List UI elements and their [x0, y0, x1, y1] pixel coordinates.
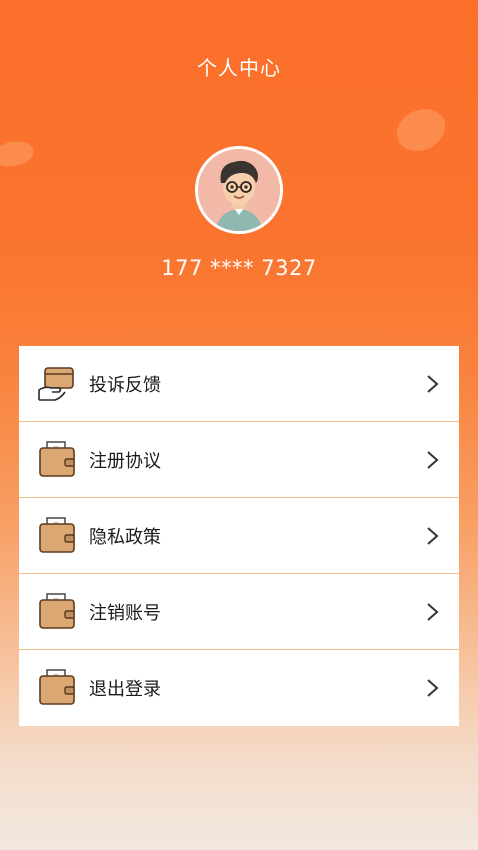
- menu-item-label: 隐私政策: [89, 526, 161, 548]
- menu-item-delete-account[interactable]: ¥ 注销账号: [19, 574, 459, 650]
- menu-item-logout[interactable]: ¥ 退出登录: [19, 650, 459, 726]
- wallet-icon: ¥: [39, 516, 75, 553]
- wallet-icon: ¥: [39, 592, 75, 629]
- wallet-icon: ¥: [39, 440, 75, 477]
- menu-list: 投诉反馈 ¥ 注册协议 ¥ 隐私政策 ¥: [19, 346, 459, 726]
- chevron-right-icon: [427, 603, 439, 621]
- menu-item-label: 注销账号: [89, 602, 161, 624]
- menu-item-registration-agreement[interactable]: ¥ 注册协议: [19, 422, 459, 498]
- chevron-right-icon: [427, 451, 439, 469]
- chevron-right-icon: [427, 679, 439, 697]
- menu-item-label: 投诉反馈: [89, 374, 161, 396]
- menu-item-label: 退出登录: [89, 679, 161, 700]
- chevron-right-icon: [427, 527, 439, 545]
- menu-item-label: 注册协议: [89, 450, 161, 472]
- avatar[interactable]: [195, 146, 283, 234]
- hand-card-icon: [38, 366, 74, 401]
- decor-blob: [389, 101, 453, 159]
- page-title: 个人中心: [197, 56, 281, 80]
- wallet-icon: ¥: [39, 669, 75, 705]
- menu-item-feedback[interactable]: 投诉反馈: [19, 346, 459, 422]
- avatar-image: [198, 149, 280, 231]
- phone-number: 177 **** 7327: [161, 256, 317, 280]
- chevron-right-icon: [427, 375, 439, 393]
- menu-item-privacy-policy[interactable]: ¥ 隐私政策: [19, 498, 459, 574]
- decor-blob: [0, 138, 36, 170]
